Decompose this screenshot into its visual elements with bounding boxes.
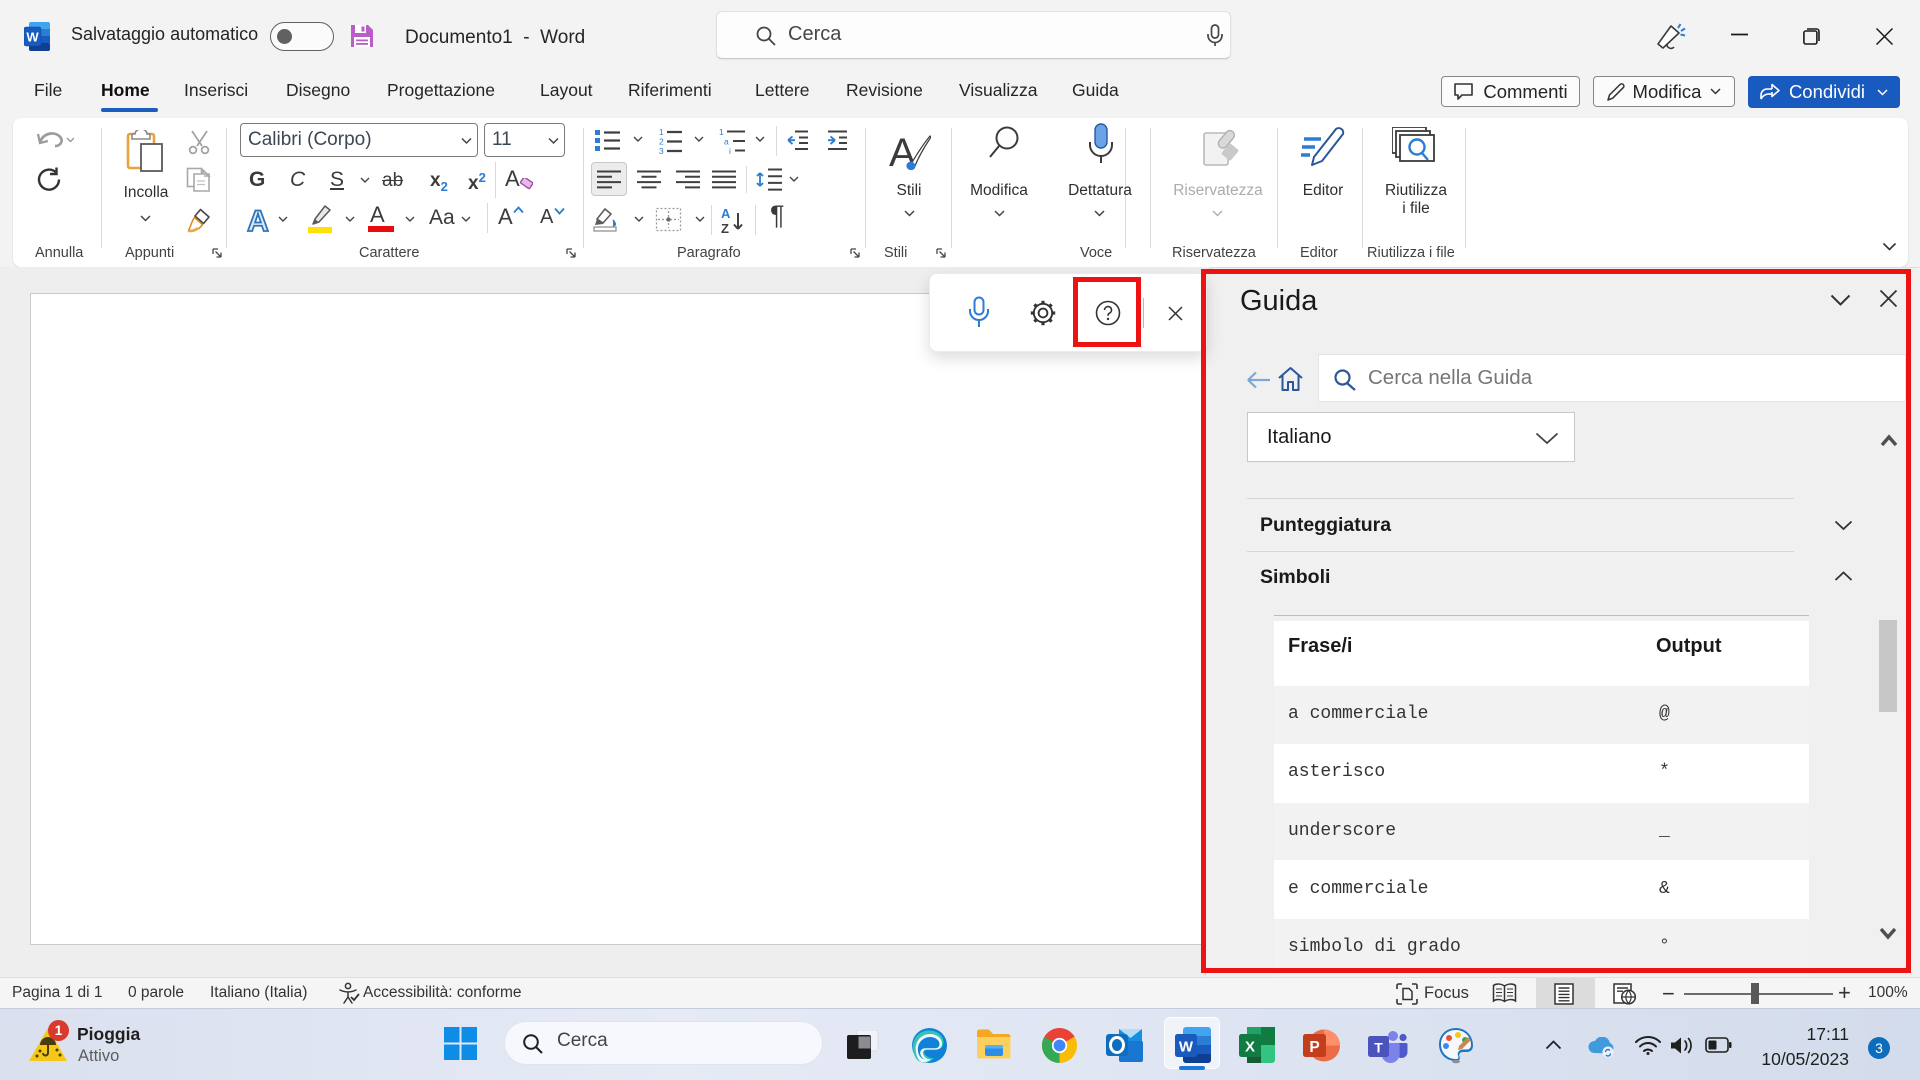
svg-text:i: i <box>729 146 731 154</box>
svg-text:W: W <box>26 30 39 45</box>
svg-text:A: A <box>247 205 269 235</box>
svg-text:1: 1 <box>719 127 724 137</box>
svg-text:X: X <box>1245 1039 1255 1056</box>
svg-text:2: 2 <box>659 137 664 147</box>
svg-text:3: 3 <box>659 146 664 154</box>
svg-text:T: T <box>1374 1040 1383 1056</box>
svg-text:W: W <box>1179 1039 1194 1056</box>
svg-text:Z: Z <box>721 221 729 235</box>
svg-text:1: 1 <box>659 127 664 137</box>
svg-text:P: P <box>1309 1039 1319 1056</box>
svg-text:a: a <box>724 137 729 147</box>
svg-text:A: A <box>721 207 731 221</box>
